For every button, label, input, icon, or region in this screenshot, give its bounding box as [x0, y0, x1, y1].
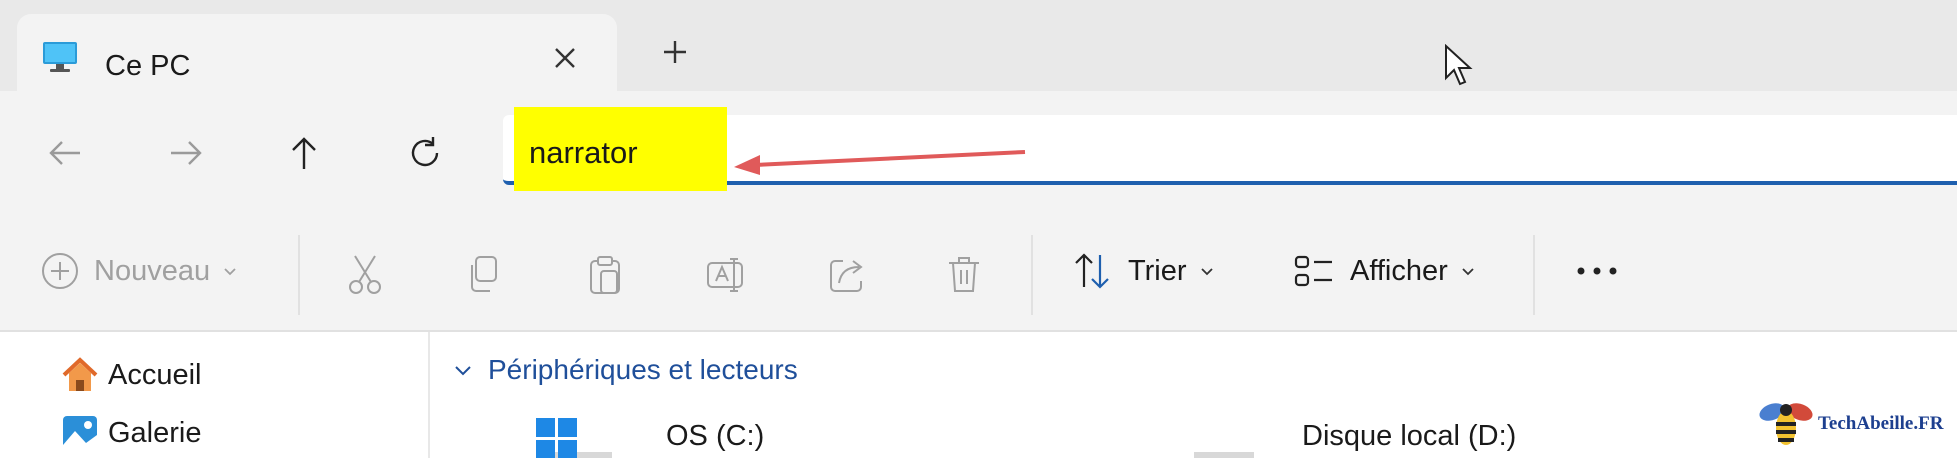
- windows-drive-icon: [536, 418, 612, 458]
- tab-strip: Ce PC: [0, 0, 1957, 91]
- content-area: Périphériques et lecteurs OS (C:) Disque…: [432, 332, 1957, 458]
- chevron-down-icon: [224, 268, 236, 276]
- drive-c[interactable]: [536, 418, 612, 458]
- sidebar-item-accueil[interactable]: Accueil: [60, 352, 202, 398]
- gallery-icon: [63, 416, 97, 450]
- view-layout-icon: [1294, 255, 1332, 287]
- new-tab-icon[interactable]: [655, 32, 695, 72]
- drive-c-label: OS (C:): [666, 420, 765, 452]
- sort-button[interactable]: Trier: [1070, 243, 1217, 299]
- sidebar-item-galerie[interactable]: Galerie: [60, 410, 202, 456]
- separator: [1031, 235, 1033, 315]
- sidebar-item-label: Galerie: [108, 416, 202, 449]
- up-arrow-icon[interactable]: [282, 131, 326, 175]
- view-button[interactable]: Afficher: [1292, 243, 1478, 299]
- rename-icon[interactable]: [704, 253, 748, 297]
- drive-d[interactable]: [1194, 452, 1254, 458]
- refresh-icon[interactable]: [403, 131, 447, 175]
- annotation-arrow: [734, 150, 1026, 175]
- new-button-label: Nouveau: [94, 254, 211, 287]
- chevron-down-icon: [455, 366, 471, 376]
- new-button[interactable]: Nouveau: [40, 243, 240, 299]
- cut-icon[interactable]: [345, 253, 385, 297]
- delete-icon[interactable]: [944, 253, 984, 297]
- chevron-down-icon: [1200, 268, 1213, 276]
- mouse-cursor-icon: [1445, 44, 1473, 86]
- drive-d-label: Disque local (D:): [1302, 420, 1517, 452]
- sort-icon: [1075, 253, 1109, 289]
- chevron-down-icon: [1462, 268, 1474, 276]
- address-input-value[interactable]: narrator: [529, 135, 638, 171]
- view-button-label: Afficher: [1350, 254, 1448, 287]
- watermark-text: TechAbeille.FR: [1818, 413, 1944, 434]
- back-arrow-icon[interactable]: [44, 131, 88, 175]
- command-bar: Nouveau Trier Afficher: [0, 213, 1957, 332]
- close-icon[interactable]: [545, 38, 585, 78]
- techabeille-logo: TechAbeille.FR: [1758, 398, 1943, 450]
- copy-icon[interactable]: [464, 253, 504, 297]
- more-options-icon[interactable]: [1573, 261, 1623, 281]
- paste-icon[interactable]: [585, 253, 625, 297]
- section-header-devices[interactable]: Périphériques et lecteurs: [452, 354, 798, 386]
- tab-ce-pc[interactable]: Ce PC: [17, 14, 617, 91]
- navigation-pane: Accueil Galerie: [0, 332, 430, 458]
- sort-button-label: Trier: [1128, 254, 1187, 287]
- home-icon: [62, 357, 98, 391]
- tab-title: Ce PC: [105, 50, 191, 82]
- plus-circle-icon: [42, 253, 78, 289]
- separator: [298, 235, 300, 315]
- separator: [1533, 235, 1535, 315]
- sidebar-item-label: Accueil: [108, 358, 202, 391]
- share-icon[interactable]: [825, 253, 869, 297]
- bee-icon: [1759, 403, 1813, 445]
- hard-drive-icon: [1194, 452, 1254, 458]
- monitor-icon: [43, 42, 77, 72]
- forward-arrow-icon[interactable]: [163, 131, 207, 175]
- section-title: Périphériques et lecteurs: [488, 354, 798, 385]
- address-bar[interactable]: narrator: [503, 107, 1957, 191]
